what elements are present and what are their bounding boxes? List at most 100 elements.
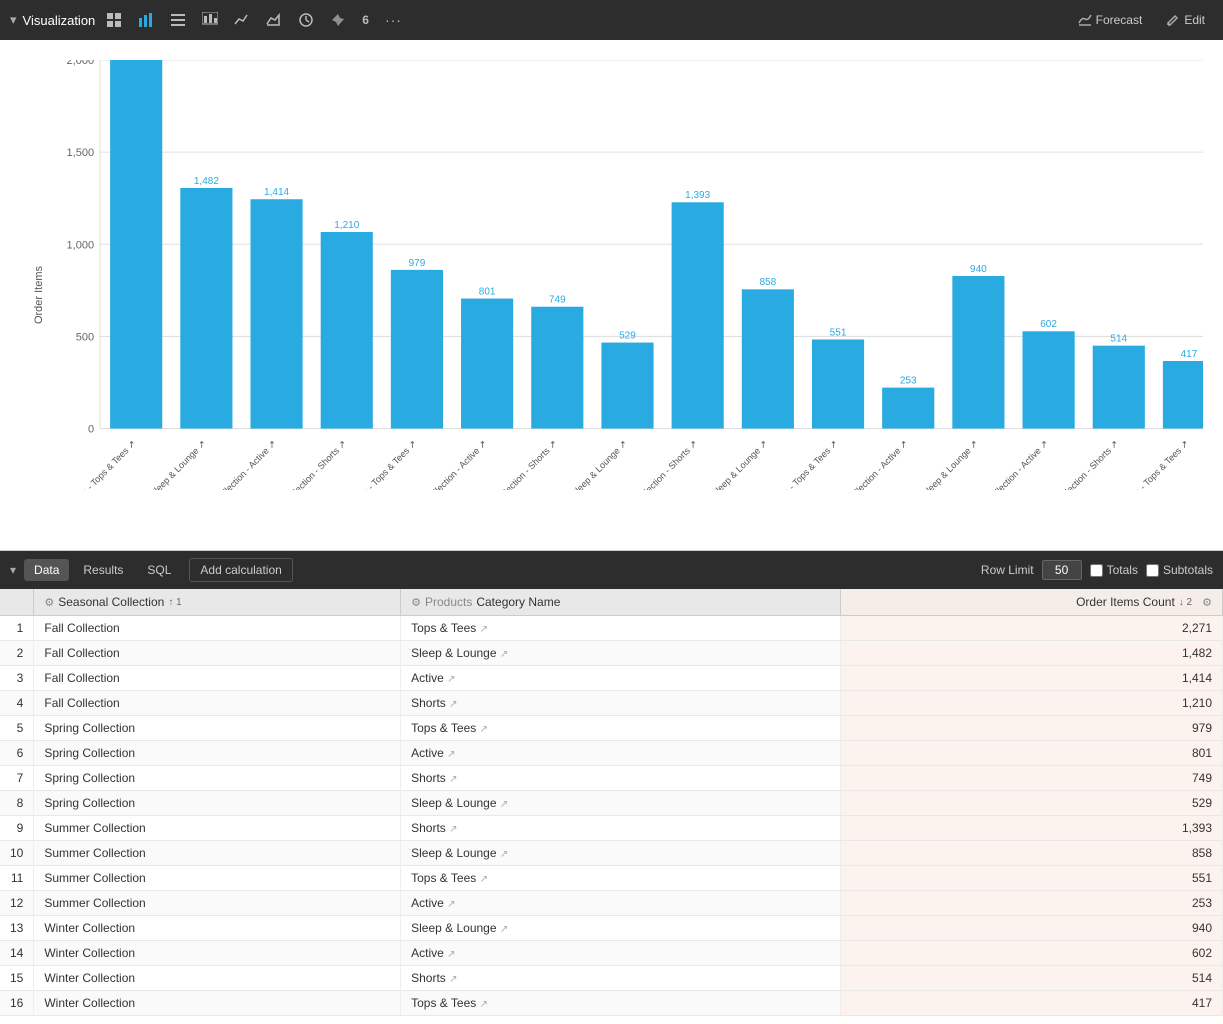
tab-data[interactable]: Data <box>24 559 69 581</box>
bar-15[interactable] <box>1093 346 1145 429</box>
col-order-items-header[interactable]: Order Items Count ↓ 2 ⚙ <box>841 589 1223 616</box>
chart-area: Order Items 0 500 1,000 1,500 2,000 2,27… <box>0 40 1223 550</box>
toolbar-left: ▾ Visualization 6 ··· <box>10 8 1064 32</box>
table-container: ⚙ Seasonal Collection ↑ 1 ⚙ Products Cat… <box>0 589 1223 1016</box>
subtotals-checkbox[interactable] <box>1146 564 1159 577</box>
tab-results[interactable]: Results <box>73 559 133 581</box>
totals-checkbox-label[interactable]: Totals <box>1090 563 1138 577</box>
cell-seasonal-collection: Fall Collection <box>34 691 401 716</box>
cell-category-name: Shorts ↗ <box>401 766 841 791</box>
scatter-icon[interactable] <box>197 8 223 32</box>
row-number: 13 <box>0 916 34 941</box>
table-row: 10Summer CollectionSleep & Lounge ↗858 <box>0 841 1223 866</box>
bar-chart: 0 500 1,000 1,500 2,000 2,271 1,482 1,41… <box>60 60 1203 490</box>
table-body: 1Fall CollectionTops & Tees ↗2,2712Fall … <box>0 616 1223 1016</box>
bar-13[interactable] <box>952 276 1004 429</box>
data-panel-chevron[interactable]: ▾ <box>10 563 16 577</box>
table-row: 4Fall CollectionShorts ↗1,210 <box>0 691 1223 716</box>
cell-order-items-count: 1,482 <box>841 641 1223 666</box>
row-number: 6 <box>0 741 34 766</box>
bar-16[interactable] <box>1163 361 1203 429</box>
table-row: 11Summer CollectionTops & Tees ↗551 <box>0 866 1223 891</box>
bar-chart-icon[interactable] <box>133 8 159 32</box>
cell-order-items-count: 602 <box>841 941 1223 966</box>
bar-5[interactable] <box>391 270 443 429</box>
bar-9[interactable] <box>672 202 724 428</box>
y-axis-label: Order Items <box>33 266 45 324</box>
bar-6[interactable] <box>461 299 513 429</box>
row-limit-input[interactable] <box>1042 560 1082 580</box>
cell-seasonal-collection: Winter Collection <box>34 941 401 966</box>
bar-8[interactable] <box>601 343 653 429</box>
clock-icon[interactable] <box>293 8 319 32</box>
row-number: 8 <box>0 791 34 816</box>
bar-7[interactable] <box>531 307 583 429</box>
row-number: 4 <box>0 691 34 716</box>
cell-order-items-count: 514 <box>841 966 1223 991</box>
cell-order-items-count: 551 <box>841 866 1223 891</box>
bar-10[interactable] <box>742 289 794 428</box>
cell-seasonal-collection: Summer Collection <box>34 866 401 891</box>
col-order-items-sort-icon[interactable]: ↓ 2 <box>1179 597 1192 608</box>
col-products-gear[interactable]: ⚙ <box>411 596 421 609</box>
svg-text:1,482: 1,482 <box>194 176 219 187</box>
row-number: 5 <box>0 716 34 741</box>
pin-icon[interactable] <box>325 8 351 32</box>
svg-text:1,500: 1,500 <box>67 147 95 159</box>
svg-text:Fall Collection - Active ↗: Fall Collection - Active ↗ <box>201 438 278 490</box>
cell-order-items-count: 2,271 <box>841 616 1223 641</box>
cell-category-name: Active ↗ <box>401 741 841 766</box>
svg-text:0: 0 <box>88 424 94 436</box>
forecast-button[interactable]: Forecast <box>1070 9 1151 31</box>
svg-text:749: 749 <box>549 295 566 306</box>
svg-text:2,000: 2,000 <box>67 60 95 67</box>
cell-category-name: Sleep & Lounge ↗ <box>401 916 841 941</box>
bar-2[interactable] <box>180 188 232 429</box>
svg-text:529: 529 <box>619 330 636 341</box>
cell-category-name: Sleep & Lounge ↗ <box>401 841 841 866</box>
table-row: 16Winter CollectionTops & Tees ↗417 <box>0 991 1223 1016</box>
number-icon[interactable]: 6 <box>357 9 374 31</box>
bar-11[interactable] <box>812 340 864 429</box>
bar-3[interactable] <box>251 199 303 428</box>
svg-text:Spring Collection - Tops & Tee: Spring Collection - Tops & Tees ↗ <box>316 438 418 490</box>
add-calculation-button[interactable]: Add calculation <box>189 558 292 582</box>
toolbar-right: Forecast Edit <box>1070 9 1213 31</box>
more-icon[interactable]: ··· <box>380 8 407 32</box>
row-number: 7 <box>0 766 34 791</box>
table-view-icon[interactable] <box>101 8 127 32</box>
row-num-header <box>0 589 34 616</box>
svg-text:1,000: 1,000 <box>67 239 95 251</box>
area-chart-icon[interactable] <box>261 8 287 32</box>
cell-category-name: Active ↗ <box>401 891 841 916</box>
cell-seasonal-collection: Winter Collection <box>34 916 401 941</box>
row-number: 15 <box>0 966 34 991</box>
col-seasonal-collection-header[interactable]: ⚙ Seasonal Collection ↑ 1 <box>34 589 401 616</box>
svg-text:602: 602 <box>1040 319 1057 330</box>
tab-sql[interactable]: SQL <box>137 559 181 581</box>
col-order-items-gear[interactable]: ⚙ <box>1202 596 1212 609</box>
cell-order-items-count: 253 <box>841 891 1223 916</box>
subtotals-checkbox-label[interactable]: Subtotals <box>1146 563 1213 577</box>
col-seasonal-collection-gear[interactable]: ⚙ <box>44 596 54 609</box>
col-seasonal-sort-icon[interactable]: ↑ 1 <box>168 597 181 608</box>
list-icon[interactable] <box>165 8 191 32</box>
line-chart-icon[interactable] <box>229 8 255 32</box>
edit-button[interactable]: Edit <box>1158 9 1213 31</box>
svg-text:940: 940 <box>970 264 987 275</box>
cell-seasonal-collection: Fall Collection <box>34 616 401 641</box>
bar-12[interactable] <box>882 388 934 429</box>
cell-order-items-count: 979 <box>841 716 1223 741</box>
chevron-down-icon[interactable]: ▾ <box>10 12 17 28</box>
table-row: 12Summer CollectionActive ↗253 <box>0 891 1223 916</box>
table-row: 13Winter CollectionSleep & Lounge ↗940 <box>0 916 1223 941</box>
svg-text:514: 514 <box>1110 333 1127 344</box>
col-products-category-header[interactable]: ⚙ Products Category Name <box>401 589 841 616</box>
cell-seasonal-collection: Winter Collection <box>34 991 401 1016</box>
row-number: 14 <box>0 941 34 966</box>
bar-1[interactable] <box>110 60 162 429</box>
bar-14[interactable] <box>1023 331 1075 428</box>
cell-order-items-count: 417 <box>841 991 1223 1016</box>
bar-4[interactable] <box>321 232 373 429</box>
totals-checkbox[interactable] <box>1090 564 1103 577</box>
